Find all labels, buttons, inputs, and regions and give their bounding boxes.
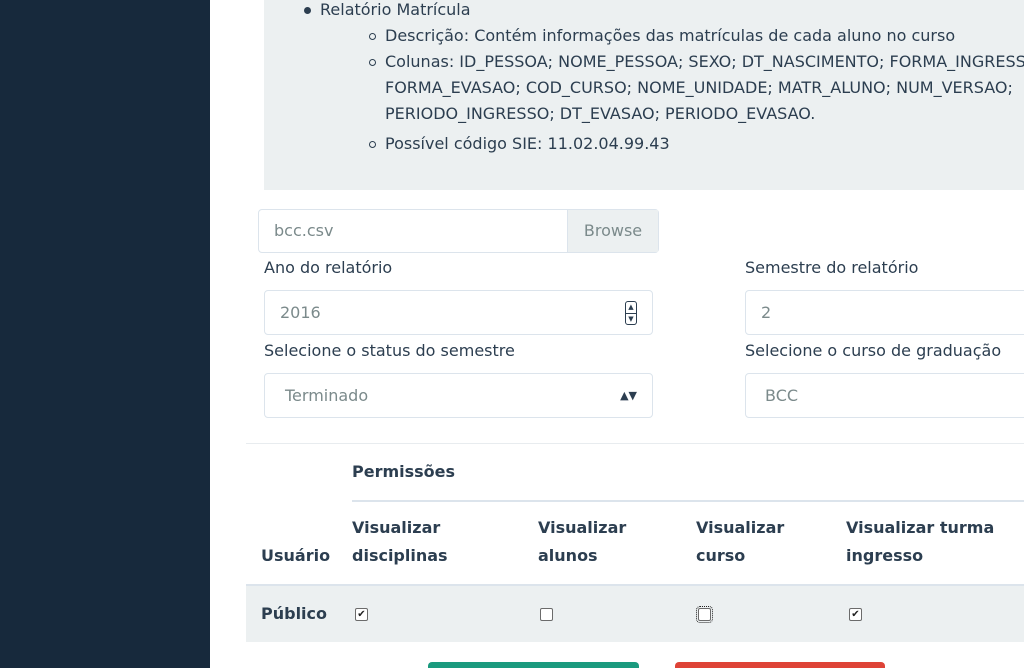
report-columns-item: Colunas: ID_PESSOA; NOME_PESSOA; SEXO; D… <box>369 49 1024 127</box>
cancel-button[interactable] <box>675 662 885 668</box>
year-label: Ano do relatório <box>264 258 393 277</box>
course-label: Selecione o curso de graduação <box>745 341 1002 360</box>
browse-button[interactable]: Browse <box>567 210 658 252</box>
report-description: Descrição: Contém informações das matríc… <box>385 26 956 45</box>
report-columns-line-3: PERIODO_INGRESSO; DT_EVASAO; PERIODO_EVA… <box>385 104 816 123</box>
row-divider <box>246 584 1024 586</box>
column-header-disciplinas: Visualizar disciplinas <box>352 518 448 565</box>
column-header-alunos: Visualizar alunos <box>538 518 627 565</box>
report-sie-code: Possível código SIE: 11.02.04.99.43 <box>385 134 670 153</box>
status-label: Selecione o status do semestre <box>264 341 515 360</box>
report-description-item: Descrição: Contém informações das matríc… <box>369 23 956 49</box>
save-button[interactable] <box>428 662 639 668</box>
year-value: 2016 <box>280 303 321 322</box>
main-content: Relatório Matrícula Descrição: Contém in… <box>210 0 1024 668</box>
semester-input[interactable]: 2 <box>745 290 1024 335</box>
file-name-field[interactable]: bcc.csv <box>259 210 567 252</box>
header-divider <box>352 500 1024 502</box>
report-sie-code-item: Possível código SIE: 11.02.04.99.43 <box>369 131 670 157</box>
bullet-circle-icon <box>369 33 376 40</box>
user-column-header: Usuário <box>261 546 331 565</box>
status-select[interactable]: Terminado ▲▼ <box>264 373 653 418</box>
report-info-panel: Relatório Matrícula Descrição: Contém in… <box>264 0 1024 190</box>
bullet-disc-icon <box>304 7 311 14</box>
bullet-circle-icon <box>369 141 376 148</box>
report-title-item: Relatório Matrícula <box>304 0 471 20</box>
report-columns-line-1: Colunas: ID_PESSOA; NOME_PESSOA; SEXO; D… <box>385 52 1024 71</box>
section-divider <box>246 443 1024 444</box>
permissions-group-header: Permissões <box>352 462 456 481</box>
bullet-circle-icon <box>369 59 376 66</box>
column-header-curso: Visualizar curso <box>696 518 785 565</box>
report-title: Relatório Matrícula <box>320 0 471 19</box>
year-input[interactable]: 2016 ▲ ▼ <box>264 290 653 335</box>
checkbox-turma-ingresso[interactable]: ✔ <box>849 608 862 621</box>
semester-value: 2 <box>761 303 772 322</box>
number-spinner-icon[interactable]: ▲ ▼ <box>625 301 637 325</box>
row-user-label: Público <box>261 604 328 623</box>
column-header-turma-ingresso: Visualizar turma ingresso <box>846 518 995 565</box>
select-arrows-icon: ▲▼ <box>620 389 637 402</box>
sidebar <box>0 0 210 668</box>
report-columns-line-2: FORMA_EVASAO; COD_CURSO; NOME_UNIDADE; M… <box>385 78 1013 97</box>
status-value: Terminado <box>285 386 369 405</box>
file-upload-input[interactable]: bcc.csv Browse <box>258 209 659 253</box>
checkbox-disciplinas[interactable]: ✔ <box>355 608 368 621</box>
checkbox-curso[interactable] <box>696 606 713 623</box>
course-value: BCC <box>765 386 799 405</box>
course-select[interactable]: BCC <box>745 373 1024 418</box>
checkbox-alunos[interactable] <box>540 608 553 621</box>
semester-label: Semestre do relatório <box>745 258 919 277</box>
